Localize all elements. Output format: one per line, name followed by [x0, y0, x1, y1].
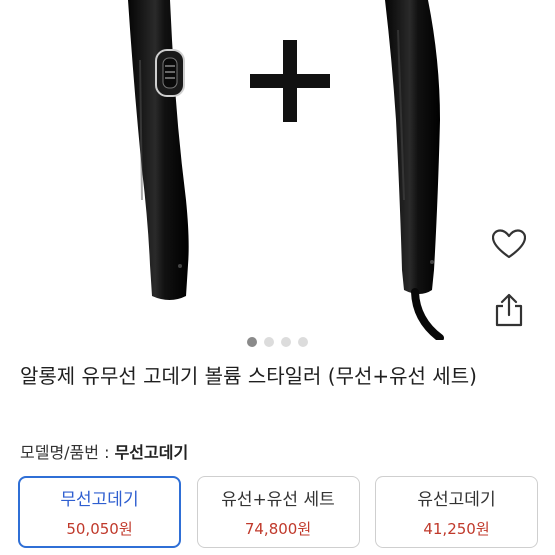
carousel-indicator — [0, 337, 555, 347]
option-card-corded[interactable]: 유선고데기 41,250원 — [375, 476, 538, 548]
option-name: 유선고데기 — [417, 490, 496, 510]
share-icon — [495, 293, 523, 327]
model-value: 무선고데기 — [114, 443, 189, 462]
plus-icon — [250, 40, 330, 122]
wishlist-button[interactable] — [489, 224, 529, 264]
carousel-dot[interactable] — [264, 337, 274, 347]
carousel-dot[interactable] — [281, 337, 291, 347]
carousel-dot[interactable] — [247, 337, 257, 347]
option-selector: 무선고데기 50,050원 유선+유선 세트 74,800원 유선고데기 41,… — [18, 476, 538, 548]
power-cord — [411, 288, 444, 340]
product-image[interactable] — [0, 0, 555, 340]
option-price: 74,800원 — [244, 520, 312, 538]
product-title: 알롱제 유무선 고데기 볼륨 스타일러 (무선+유선 세트) — [20, 364, 477, 388]
carousel-dot[interactable] — [298, 337, 308, 347]
model-number: 모델명/품번 : 무선고데기 — [20, 439, 188, 463]
share-button[interactable] — [489, 290, 529, 330]
option-price: 50,050원 — [66, 520, 133, 538]
product-photo — [128, 0, 444, 340]
option-name: 유선+유선 세트 — [221, 490, 335, 510]
corded-iron-body — [385, 0, 440, 294]
option-card-wireless[interactable]: 무선고데기 50,050원 — [18, 476, 181, 548]
option-price: 41,250원 — [423, 520, 490, 538]
wireless-iron-body — [128, 0, 189, 300]
model-label: 모델명/품번 : — [20, 443, 115, 462]
option-card-set[interactable]: 유선+유선 세트 74,800원 — [196, 476, 360, 548]
heart-icon — [492, 229, 526, 259]
option-name: 무선고데기 — [60, 490, 139, 510]
